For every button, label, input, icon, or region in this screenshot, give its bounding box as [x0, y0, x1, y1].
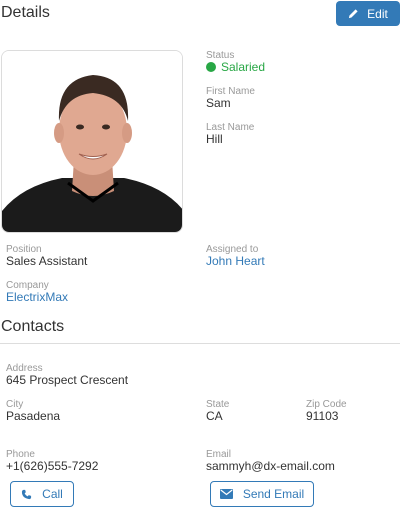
first-name-value: Sam — [206, 96, 231, 110]
status-text: Salaried — [221, 60, 266, 74]
status-value: Salaried — [206, 60, 265, 74]
city-value: Pasadena — [6, 409, 61, 423]
contacts-title: Contacts — [1, 318, 65, 335]
send-email-button[interactable]: Send Email — [210, 481, 314, 507]
email-value: sammyh@dx-email.com — [206, 459, 335, 473]
send-email-button-label: Send Email — [242, 487, 305, 501]
position-value: Sales Assistant — [6, 254, 88, 268]
address-value: 645 Prospect Crescent — [6, 373, 129, 387]
contacts-divider — [0, 343, 400, 344]
call-button[interactable]: Call — [10, 481, 74, 507]
pencil-icon — [349, 9, 358, 19]
state-value: CA — [206, 409, 223, 423]
phone-value: +1(626)555-7292 — [6, 459, 99, 473]
assigned-link[interactable]: John Heart — [206, 254, 265, 268]
zip-value: 91103 — [306, 409, 339, 423]
edit-button-label: Edit — [367, 6, 388, 21]
phone-icon — [22, 489, 32, 499]
edit-button[interactable]: Edit — [336, 1, 400, 26]
page-title: Details — [1, 4, 50, 21]
employee-photo — [1, 50, 183, 233]
status-dot-icon — [206, 62, 216, 72]
call-button-label: Call — [42, 487, 63, 501]
last-name-value: Hill — [206, 132, 223, 146]
company-link[interactable]: ElectrixMax — [6, 290, 68, 304]
envelope-icon — [219, 489, 233, 499]
